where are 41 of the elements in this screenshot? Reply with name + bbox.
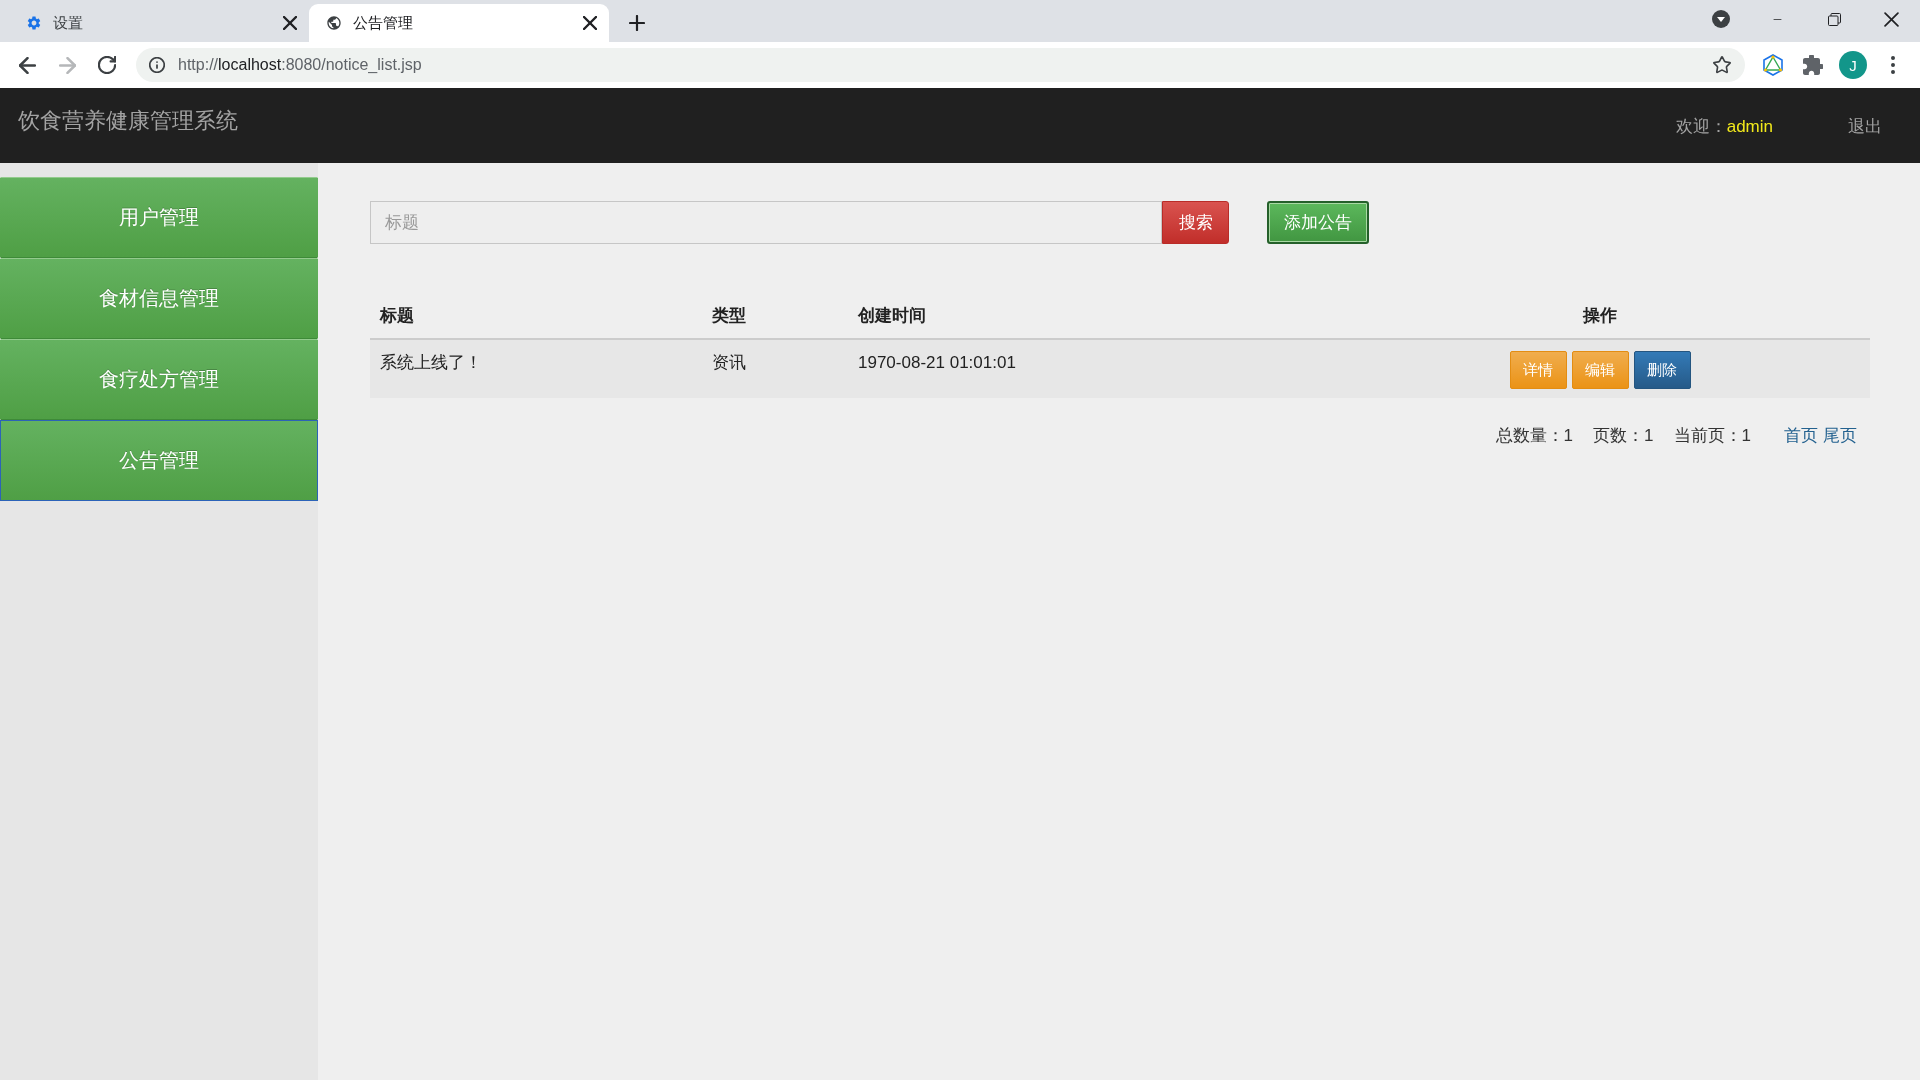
info-icon[interactable] bbox=[149, 57, 165, 73]
pagination-link[interactable]: 首页 bbox=[1784, 424, 1818, 448]
table-cell: 1970-08-21 01:01:01 bbox=[848, 339, 1330, 398]
site-title: 饮食营养健康管理系统 bbox=[18, 108, 238, 134]
puzzle-icon[interactable] bbox=[1803, 55, 1823, 75]
sidebar-item[interactable]: 用户管理 bbox=[0, 177, 318, 258]
close-icon[interactable] bbox=[583, 16, 597, 30]
pagination-stat: 当前页：1 bbox=[1673, 425, 1751, 447]
pagination-stat: 总数量：1 bbox=[1495, 425, 1574, 447]
dropdown-icon[interactable] bbox=[1712, 10, 1730, 28]
welcome-label: 欢迎： bbox=[1675, 116, 1727, 138]
username: admin bbox=[1726, 116, 1773, 138]
search-field[interactable]: 标题 bbox=[370, 201, 1162, 244]
address-field[interactable]: http://localhost:8080/notice_list.jsp bbox=[136, 48, 1745, 82]
menu-icon[interactable] bbox=[1891, 56, 1895, 74]
logout-link[interactable]: 退出 bbox=[1848, 115, 1882, 139]
search-button[interactable]: 搜索 bbox=[1162, 201, 1229, 244]
sidebar-item[interactable]: 公告管理 bbox=[0, 420, 318, 501]
back-arrow-icon[interactable] bbox=[18, 56, 36, 74]
url-text: http://localhost:8080/notice_list.jsp bbox=[178, 56, 422, 74]
action-button[interactable]: 删除 bbox=[1633, 351, 1691, 389]
pagination-link[interactable]: 尾页 bbox=[1823, 424, 1857, 448]
globe-icon bbox=[326, 15, 342, 31]
browser-tab[interactable]: 公告管理 bbox=[309, 4, 609, 42]
add-notice-button[interactable]: 添加公告 bbox=[1267, 201, 1369, 244]
table-cell: 系统上线了！ bbox=[370, 339, 702, 398]
browser-tab[interactable]: 设置 bbox=[9, 4, 309, 42]
close-icon[interactable] bbox=[1884, 11, 1899, 27]
hexagon-icon[interactable] bbox=[1763, 54, 1783, 76]
table-cell: 资讯 bbox=[702, 339, 848, 398]
profile-avatar[interactable]: J bbox=[1839, 51, 1867, 79]
close-icon[interactable] bbox=[283, 16, 297, 30]
restore-icon[interactable] bbox=[1828, 12, 1841, 26]
star-icon[interactable] bbox=[1713, 56, 1731, 74]
sidebar-item[interactable]: 食疗处方管理 bbox=[0, 339, 318, 420]
minimize-icon[interactable] bbox=[1771, 18, 1784, 20]
sidebar-item[interactable]: 食材信息管理 bbox=[0, 258, 318, 339]
plus-icon[interactable] bbox=[629, 15, 645, 31]
gear-icon bbox=[26, 15, 42, 31]
pagination-stat: 页数：1 bbox=[1593, 425, 1654, 447]
reload-icon[interactable] bbox=[98, 56, 116, 74]
